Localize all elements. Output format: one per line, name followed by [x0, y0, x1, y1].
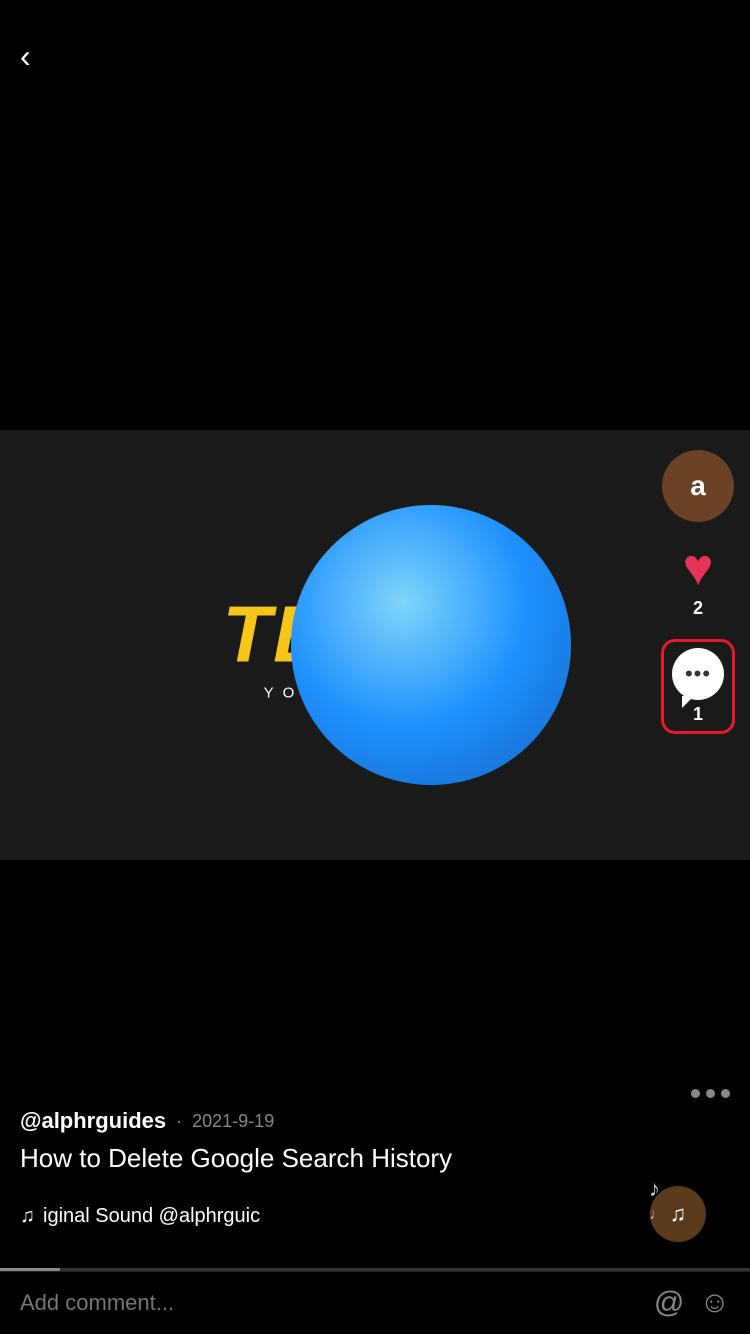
video-area: TEC KIE YOUR GEEK a ♥ 2 ••• 1 — [0, 430, 750, 860]
sound-name: iginal Sound @alphrguic — [43, 1205, 260, 1228]
emoji-icon: ☺ — [699, 1286, 730, 1319]
emoji-button[interactable]: ☺ — [699, 1286, 730, 1320]
top-black-area: ‹ — [0, 0, 750, 430]
like-count: 2 — [693, 598, 703, 619]
bottom-content-area: @alphrguides · 2021-9-19 How to Delete G… — [0, 1069, 750, 1334]
post-title: How to Delete Google Search History — [20, 1142, 730, 1176]
avatar-letter: a — [690, 470, 706, 502]
comment-bubble-icon: ••• — [672, 648, 724, 700]
meta-separator: · — [176, 1111, 182, 1132]
post-date: 2021-9-19 — [192, 1111, 274, 1132]
comment-dots-icon: ••• — [685, 661, 711, 687]
dot-2 — [706, 1089, 715, 1098]
post-meta: @alphrguides · 2021-9-19 — [20, 1108, 730, 1134]
sound-row: ♫ iginal Sound @alphrguic ♪ ♩ ♫ — [20, 1186, 730, 1246]
creator-avatar[interactable]: a — [662, 450, 734, 522]
music-disc-area: ♪ ♩ ♫ — [650, 1186, 730, 1246]
comment-input[interactable] — [20, 1290, 639, 1316]
comment-count: 1 — [693, 704, 703, 725]
back-button[interactable]: ‹ — [20, 40, 31, 72]
mention-button[interactable]: @ — [654, 1286, 684, 1320]
music-note-float-1: ♪ — [649, 1176, 660, 1202]
username[interactable]: @alphrguides — [20, 1108, 166, 1134]
right-actions-panel: a ♥ 2 ••• 1 — [661, 450, 735, 734]
like-button[interactable]: ♥ 2 — [683, 542, 714, 619]
more-options-button[interactable] — [691, 1089, 730, 1098]
comment-area: @ ☺ — [0, 1271, 750, 1334]
at-icon: @ — [654, 1286, 684, 1319]
heart-icon: ♥ — [683, 542, 714, 594]
music-note-float-2: ♩ — [649, 1206, 665, 1224]
blue-circle-overlay — [291, 505, 571, 785]
more-options-area — [0, 1069, 750, 1108]
post-info: @alphrguides · 2021-9-19 How to Delete G… — [0, 1108, 750, 1256]
music-disc-icon: ♫ — [670, 1201, 687, 1227]
music-note-icon: ♫ — [20, 1205, 35, 1228]
comment-button[interactable]: ••• 1 — [661, 639, 735, 734]
sound-info: ♫ iginal Sound @alphrguic — [20, 1205, 260, 1228]
dot-1 — [691, 1089, 700, 1098]
dot-3 — [721, 1089, 730, 1098]
